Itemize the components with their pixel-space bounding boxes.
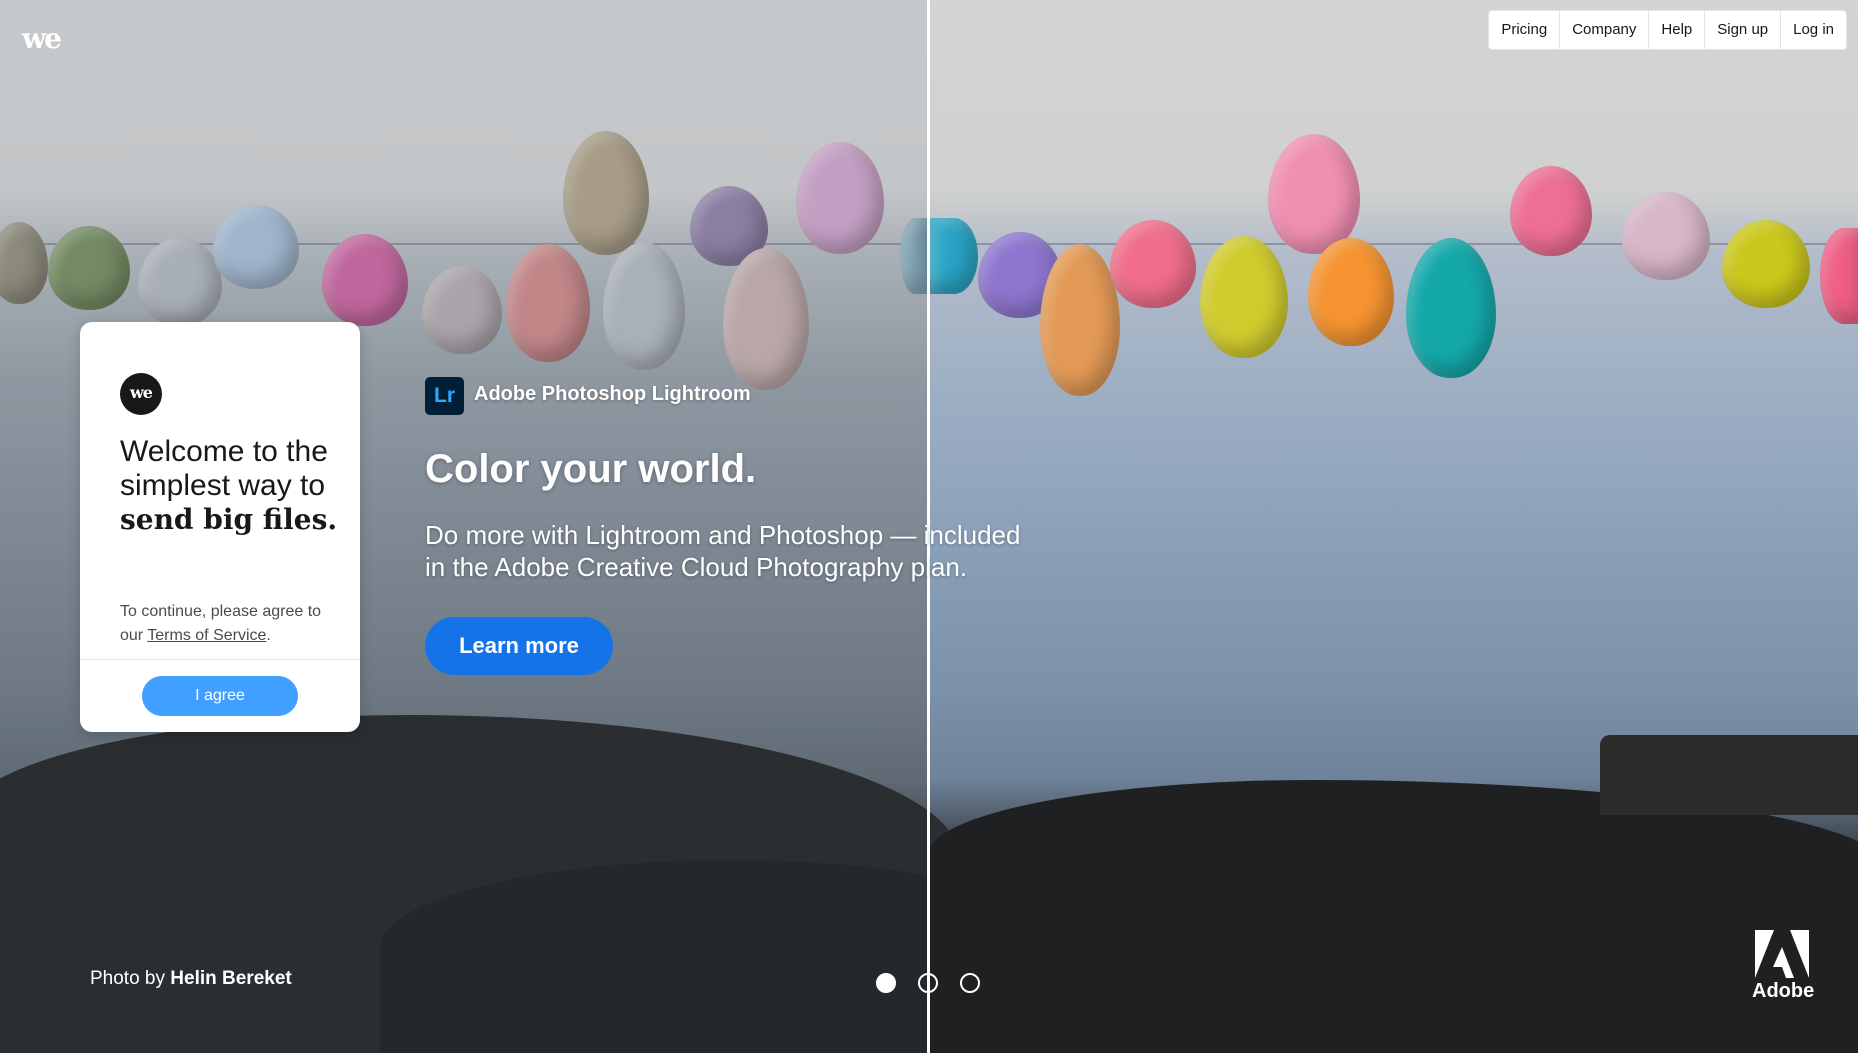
balloon bbox=[322, 234, 408, 326]
balloon bbox=[563, 131, 649, 255]
wetransfer-logo-icon: we bbox=[120, 373, 162, 415]
adobe-logo-icon bbox=[1755, 930, 1809, 978]
ad-subtext: Do more with Lightroom and Photoshop — i… bbox=[425, 520, 1021, 582]
product-name: Adobe Photoshop Lightroom bbox=[474, 383, 751, 405]
photo-credit: Photo by Helin Bereket bbox=[90, 968, 292, 990]
rocks-right bbox=[928, 780, 1858, 1053]
nav-company[interactable]: Company bbox=[1559, 11, 1648, 49]
adobe-wordmark: Adobe bbox=[1752, 980, 1815, 1002]
ad-headline: Color your world. bbox=[425, 447, 757, 491]
welcome-title: Welcome to the simplest way to send big … bbox=[120, 435, 340, 537]
balloon bbox=[796, 142, 884, 254]
balloon bbox=[603, 242, 685, 370]
balloon bbox=[1622, 192, 1710, 280]
balloon bbox=[138, 238, 222, 326]
carousel-dot-1[interactable] bbox=[876, 973, 896, 993]
card-divider bbox=[80, 659, 360, 660]
balloon bbox=[1722, 220, 1810, 308]
balloon bbox=[1110, 220, 1196, 308]
balloon bbox=[422, 266, 502, 354]
nav-sign-up[interactable]: Sign up bbox=[1704, 11, 1780, 49]
welcome-title-regular: Welcome to the simplest way to bbox=[120, 435, 328, 502]
wetransfer-logo-icon[interactable]: we bbox=[22, 25, 70, 53]
photo-credit-prefix: Photo by bbox=[90, 968, 171, 989]
carousel-dot-2[interactable] bbox=[918, 973, 938, 993]
consent-suffix: . bbox=[266, 627, 271, 644]
nav-pricing[interactable]: Pricing bbox=[1489, 11, 1559, 49]
balloon bbox=[213, 205, 299, 289]
welcome-card: we Welcome to the simplest way to send b… bbox=[80, 322, 360, 732]
balloon bbox=[1268, 134, 1360, 254]
balloon bbox=[930, 218, 978, 294]
photographer-name[interactable]: Helin Bereket bbox=[170, 968, 291, 989]
top-navigation: Pricing Company Help Sign up Log in bbox=[1488, 10, 1847, 50]
welcome-title-bold: send big files. bbox=[120, 503, 338, 536]
balloon bbox=[1200, 236, 1288, 358]
terms-of-service-link[interactable]: Terms of Service bbox=[147, 627, 266, 644]
carousel-dots bbox=[876, 973, 980, 993]
learn-more-button[interactable]: Learn more bbox=[425, 617, 613, 675]
nav-log-in[interactable]: Log in bbox=[1780, 11, 1846, 49]
balloon bbox=[1510, 166, 1592, 256]
agree-button[interactable]: I agree bbox=[142, 676, 298, 716]
lightroom-icon: Lr bbox=[425, 377, 464, 415]
adobe-logo[interactable]: Adobe bbox=[1752, 930, 1815, 1010]
balloon bbox=[900, 218, 930, 294]
balloon bbox=[48, 226, 130, 310]
boat bbox=[1600, 735, 1858, 815]
consent-text: To continue, please agree to our Terms o… bbox=[120, 600, 330, 648]
balloon bbox=[1308, 238, 1394, 346]
nav-help[interactable]: Help bbox=[1648, 11, 1704, 49]
carousel-dot-3[interactable] bbox=[960, 973, 980, 993]
balloon bbox=[506, 244, 590, 362]
